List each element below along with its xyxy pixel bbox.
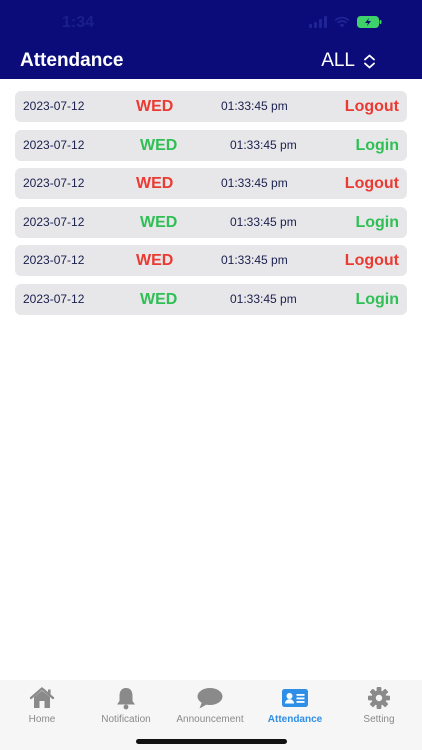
record-date: 2023-07-12 <box>23 99 85 113</box>
tab-setting[interactable]: Setting <box>337 686 421 725</box>
record-time: 01:33:45 pm <box>221 99 288 113</box>
chevron-up-down-icon <box>364 54 375 68</box>
record-day: WED <box>140 136 178 154</box>
page-title: Attendance <box>20 50 124 71</box>
gear-icon <box>368 687 390 709</box>
house-icon <box>29 687 55 708</box>
record-time: 01:33:45 pm <box>230 291 297 306</box>
id-card-icon <box>282 689 308 707</box>
attendance-list: 2023-07-12 WED 01:33:45 pm Logout 2023-0… <box>15 91 407 323</box>
status-icons <box>309 16 382 28</box>
tab-label: Home <box>28 714 56 725</box>
record-day: WED <box>136 98 174 115</box>
tab-home[interactable]: Home <box>0 686 84 725</box>
record-time: 01:33:45 pm <box>230 214 297 229</box>
attendance-row[interactable]: 2023-07-12 WED 01:33:45 pm Logout <box>15 245 407 277</box>
record-action-logout: Logout <box>344 252 399 270</box>
record-day: WED <box>140 213 178 231</box>
record-date: 2023-07-12 <box>23 253 85 268</box>
record-action-login: Login <box>355 213 399 231</box>
tab-label: Notification <box>101 714 151 725</box>
battery-charging-icon <box>357 16 382 28</box>
tab-attendance[interactable]: Attendance <box>253 686 337 725</box>
record-date: 2023-07-12 <box>23 214 85 229</box>
filter-selected-value: ALL <box>321 50 355 71</box>
record-date: 2023-07-12 <box>23 291 85 306</box>
attendance-row[interactable]: 2023-07-12 WED 01:33:45 pm Logout <box>15 168 407 200</box>
record-time: 01:33:45 pm <box>230 137 297 152</box>
record-action-login: Login <box>355 136 399 154</box>
attendance-row[interactable]: 2023-07-12 WED 01:33:45 pm Login <box>15 283 407 315</box>
record-date: 2023-07-12 <box>23 137 85 152</box>
tab-label: Setting <box>363 714 395 725</box>
tab-label: Announcement <box>176 714 244 725</box>
record-action-login: Login <box>355 290 399 308</box>
attendance-row[interactable]: 2023-07-12 WED 01:33:45 pm Logout <box>15 91 407 122</box>
status-bar: 1:34 <box>0 0 422 44</box>
cellular-signal-icon <box>309 16 327 28</box>
tab-announcement[interactable]: Announcement <box>168 686 252 725</box>
speech-bubble-icon <box>197 688 223 709</box>
record-date: 2023-07-12 <box>23 176 85 191</box>
record-action-logout: Logout <box>344 98 399 115</box>
record-day: WED <box>136 175 174 193</box>
bell-icon <box>117 688 135 710</box>
status-time: 1:34 <box>62 14 95 31</box>
record-action-logout: Logout <box>344 175 399 193</box>
tab-notification[interactable]: Notification <box>84 686 168 725</box>
record-day: WED <box>136 252 174 270</box>
tab-label: Attendance <box>267 714 323 725</box>
attendance-row[interactable]: 2023-07-12 WED 01:33:45 pm Login <box>15 129 407 161</box>
attendance-row[interactable]: 2023-07-12 WED 01:33:45 pm Login <box>15 206 407 238</box>
record-time: 01:33:45 pm <box>221 253 288 268</box>
app-header: 1:34 Attendance ALL <box>0 0 422 79</box>
wifi-icon <box>334 16 350 28</box>
record-day: WED <box>140 290 178 308</box>
record-time: 01:33:45 pm <box>221 176 288 191</box>
attendance-filter-select[interactable]: ALL <box>321 50 376 72</box>
home-indicator[interactable] <box>136 739 287 744</box>
